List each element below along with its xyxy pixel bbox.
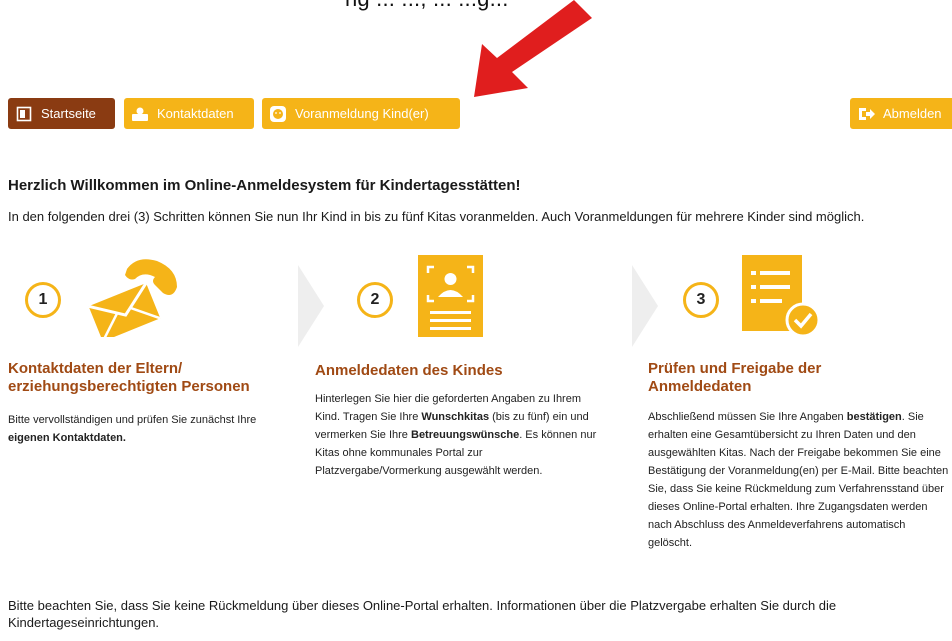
step-1-number: 1 [25, 282, 61, 318]
step-1-text: Bitte vervollständigen und prüfen Sie zu… [8, 411, 293, 447]
step-3-title-line2: Anmeldedaten [648, 378, 752, 395]
footer-note: Bitte beachten Sie, dass Sie keine Rückm… [8, 598, 837, 630]
step-2-text-b: Wunschkitas [421, 411, 490, 423]
preregistration-label: Voranmeldung Kind(er) [295, 106, 429, 121]
top-navigation: Startseite Kontaktdaten Voranmeldung Kin… [8, 98, 952, 130]
home-button[interactable]: Startseite [8, 98, 115, 129]
red-arrow [474, 0, 592, 97]
step-3-title-line1: Prüfen und Freigabe der [648, 360, 822, 377]
envelope-phone-icon [88, 259, 177, 337]
step-3-number: 3 [683, 282, 719, 318]
step-3-title: Prüfen und Freigabe der Anmeldedaten [648, 360, 821, 396]
step-3-text-b: bestätigen [846, 411, 902, 423]
home-label: Startseite [41, 106, 96, 121]
step-1-text-b: eigenen Kontaktdaten. [8, 432, 126, 444]
step-1-title-line2: erziehungsberechtigten Personen [8, 378, 250, 395]
child-icon [268, 104, 288, 124]
chevron-right-icon [298, 265, 324, 347]
step-2-text: Hinterlegen Sie hier die geforderten Ang… [315, 390, 605, 480]
step-1-text-a: Bitte vervollständigen und prüfen Sie zu… [8, 414, 257, 426]
step-1-title: Kontaktdaten der Eltern/ erziehungsberec… [8, 360, 250, 396]
step-2-number: 2 [357, 282, 393, 318]
logout-label: Abmelden [883, 106, 942, 121]
step-1-title-line1: Kontaktdaten der Eltern/ [8, 360, 183, 377]
step-3-text-a: Abschließend müssen Sie Ihre Angaben [648, 411, 844, 423]
step-2-title: Anmeldedaten des Kindes [315, 362, 503, 379]
step-3-text-c: . Sie erhalten eine Gesamtübersicht zu I… [648, 411, 949, 549]
checklist-icon [742, 255, 821, 338]
id-card-icon [418, 255, 483, 337]
contact-label: Kontaktdaten [157, 106, 234, 121]
chevron-right-icon [632, 265, 658, 347]
preregistration-button[interactable]: Voranmeldung Kind(er) [262, 98, 460, 129]
logout-icon [856, 104, 876, 124]
welcome-title: Herzlich Willkommen im Online-Anmeldesys… [8, 177, 521, 194]
logout-button[interactable]: Abmelden [850, 98, 952, 129]
contact-icon [130, 104, 150, 124]
home-icon [14, 104, 34, 124]
contact-button[interactable]: Kontaktdaten [124, 98, 254, 129]
step-2-text-d: Betreuungswünsche [411, 429, 520, 441]
intro-text: In den folgenden drei (3) Schritten könn… [8, 209, 865, 224]
step-3-text: Abschließend müssen Sie Ihre Angaben bes… [648, 408, 952, 552]
